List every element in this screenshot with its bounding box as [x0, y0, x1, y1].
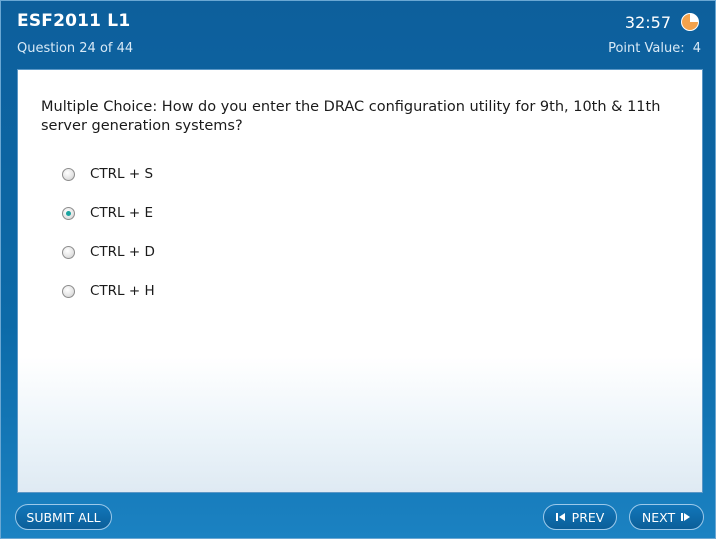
- timer-text: 32:57: [624, 13, 671, 32]
- question-text: Multiple Choice: How do you enter the DR…: [41, 99, 661, 134]
- radio-button-selected[interactable]: [62, 206, 75, 220]
- radio-button[interactable]: [62, 167, 75, 181]
- next-arrow-icon: [681, 513, 691, 521]
- exam-window: ESF2011 L1 Question 24 of 44 32:57 Point…: [0, 0, 716, 539]
- answer-option[interactable]: CTRL + D: [62, 242, 155, 262]
- prev-label: PREV: [571, 509, 605, 525]
- answer-option[interactable]: CTRL + E: [62, 203, 153, 223]
- radio-button[interactable]: [62, 245, 75, 259]
- prev-arrow-icon: [555, 513, 565, 521]
- answer-option-label: CTRL + H: [90, 283, 155, 299]
- radio-button[interactable]: [62, 284, 75, 298]
- answer-option-label: CTRL + D: [90, 244, 155, 260]
- submit-all-button[interactable]: SUBMIT ALL: [15, 504, 112, 530]
- question-panel: Multiple Choice: How do you enter the DR…: [17, 69, 703, 493]
- submit-all-label: SUBMIT ALL: [26, 509, 101, 525]
- answer-option[interactable]: CTRL + S: [62, 164, 153, 184]
- prev-button[interactable]: PREV: [543, 504, 617, 530]
- exam-title: ESF2011 L1: [17, 11, 131, 31]
- point-value: Point Value: 4: [608, 41, 701, 56]
- answer-option-label: CTRL + S: [90, 166, 154, 182]
- answer-option[interactable]: CTRL + H: [62, 281, 155, 301]
- point-value-number: 4: [692, 41, 701, 56]
- answer-option-label: CTRL + E: [90, 205, 153, 221]
- question-progress: Question 24 of 44: [17, 41, 134, 56]
- point-value-label: Point Value:: [608, 41, 685, 56]
- next-button[interactable]: NEXT: [629, 504, 704, 530]
- clock-pie-icon: [681, 13, 699, 31]
- next-label: NEXT: [641, 509, 676, 525]
